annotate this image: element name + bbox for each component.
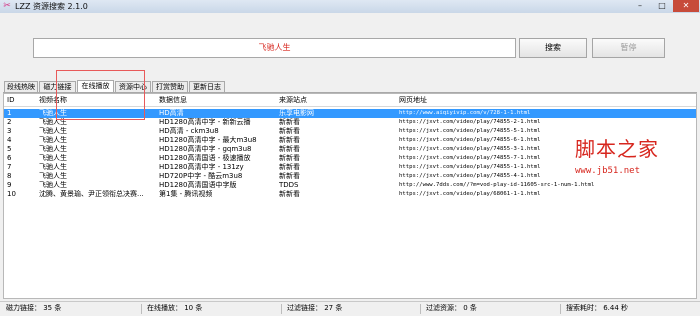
table-row[interactable]: 10 沈腾、黄景瑜、尹正领衔总决赛... 第1集 - 腾讯视频 新新看 http…	[4, 190, 696, 199]
cell-name: 飞驰人生	[39, 172, 67, 180]
header-source-site[interactable]: 来源站点	[279, 94, 307, 106]
search-input[interactable]: 飞驰人生	[33, 38, 516, 58]
search-button[interactable]: 搜索	[519, 38, 587, 58]
status-divider	[281, 304, 282, 314]
minimize-button[interactable]: –	[630, 0, 650, 12]
cell-url: http://www.aiqiyivip.com/v/728-1-1.html	[399, 110, 531, 116]
annotation-highlight-box	[56, 70, 145, 120]
cell-info: HD1280高清中字 - gqm3u8	[159, 145, 252, 153]
watermark: 脚本之家 www.jb51.net	[575, 138, 695, 182]
cell-name: 飞驰人生	[39, 127, 67, 135]
cell-info: 第1集 - 腾讯视频	[159, 190, 213, 198]
cell-id: 8	[7, 172, 12, 180]
cell-info: HD1280高清中字 - 最大m3u8	[159, 136, 257, 144]
cell-source: 乐享电影网	[279, 109, 314, 117]
cell-name: 飞驰人生	[39, 154, 67, 162]
table-row[interactable]: 9 飞驰人生 HD1280高清国语中字版 TDDS http://www.7dd…	[4, 181, 696, 190]
cell-id: 3	[7, 127, 12, 135]
header-data-info[interactable]: 数据信息	[159, 94, 187, 106]
watermark-title: 脚本之家	[575, 137, 659, 161]
cell-url: http://www.7dds.com//?m=vod-play-id-1160…	[399, 182, 595, 188]
header-id[interactable]: ID	[7, 94, 14, 106]
cell-info: HD1280高清中字 - 新新云播	[159, 118, 251, 126]
cell-id: 1	[7, 109, 12, 117]
cell-info: HD1280高清国语 - 极速播放	[159, 154, 251, 162]
status-online-count: 在线播放： 10 条	[147, 304, 203, 312]
header-page-url[interactable]: 网页地址	[399, 94, 427, 106]
status-filter-resources: 过滤资源： 0 条	[426, 304, 477, 312]
status-filter-links: 过滤链接： 27 条	[287, 304, 343, 312]
cell-name: 沈腾、黄景瑜、尹正领衔总决赛...	[39, 190, 144, 198]
cell-source: 新新看	[279, 127, 300, 135]
watermark-url: www.jb51.net	[575, 166, 641, 176]
cell-url: https://jxvt.com/video/play/68061-1-1.ht…	[399, 191, 541, 197]
cell-name: 飞驰人生	[39, 136, 67, 144]
cell-info: HD高清	[159, 109, 184, 117]
cell-info: HD高清 - ckm3u8	[159, 127, 219, 135]
cell-info: HD720P中字 - 酷云m3u8	[159, 172, 243, 180]
app-logo-icon: ✂	[3, 1, 11, 11]
cell-source: 新新看	[279, 163, 300, 171]
window-title: LZZ 资源搜索 2.1.0	[15, 2, 88, 11]
stop-button[interactable]: 暂停	[592, 38, 665, 58]
cell-source: 新新看	[279, 154, 300, 162]
status-elapsed-time: 搜索耗时： 6.44 秒	[566, 304, 629, 312]
cell-source: 新新看	[279, 172, 300, 180]
cell-name: 飞驰人生	[39, 163, 67, 171]
cell-id: 5	[7, 145, 12, 153]
status-divider	[420, 304, 421, 314]
cell-source: 新新看	[279, 145, 300, 153]
cell-source: 新新看	[279, 190, 300, 198]
cell-url: https://jxvt.com/video/play/74855-2-1.ht…	[399, 119, 541, 125]
status-divider	[141, 304, 142, 314]
status-bar: 磁力链接： 35 条 在线播放： 10 条 过滤链接： 27 条 过滤资源： 0…	[0, 301, 700, 316]
cell-id: 2	[7, 118, 12, 126]
table-row[interactable]: 3 飞驰人生 HD高清 - ckm3u8 新新看 https://jxvt.co…	[4, 127, 696, 136]
cell-info: HD1280高清国语中字版	[159, 181, 237, 189]
cell-source: 新新看	[279, 136, 300, 144]
cell-id: 4	[7, 136, 12, 144]
results-table[interactable]: ID 视频名称 数据信息 来源站点 网页地址 1 飞驰人生 HD高清 乐享电影网…	[3, 93, 697, 299]
cell-id: 10	[7, 190, 16, 198]
cell-id: 9	[7, 181, 12, 189]
cell-source: 新新看	[279, 118, 300, 126]
cell-name: 飞驰人生	[39, 145, 67, 153]
maximize-button[interactable]: □	[652, 0, 672, 12]
cell-name: 飞驰人生	[39, 181, 67, 189]
cell-id: 7	[7, 163, 12, 171]
cell-info: HD1280高清中字 - 131zy	[159, 163, 244, 171]
title-bar: ✂ LZZ 资源搜索 2.1.0 – □ ✕	[0, 0, 700, 14]
cell-url: https://jxvt.com/video/play/74855-5-1.ht…	[399, 128, 541, 134]
status-divider	[560, 304, 561, 314]
tab-donate[interactable]: 打赏赞助	[152, 81, 188, 92]
cell-id: 6	[7, 154, 12, 162]
tab-hot-movies[interactable]: 段线热映	[4, 81, 38, 92]
status-magnet-count: 磁力链接： 35 条	[6, 304, 62, 312]
cell-source: TDDS	[279, 181, 299, 189]
close-button[interactable]: ✕	[673, 0, 699, 12]
tab-changelog[interactable]: 更新日志	[189, 81, 225, 92]
